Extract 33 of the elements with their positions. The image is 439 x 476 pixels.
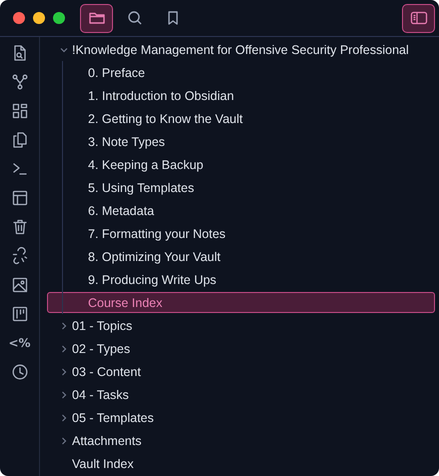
file-item[interactable]: Course Index — [47, 292, 435, 313]
file-item[interactable]: 2. Getting to Know the Vault — [47, 108, 435, 129]
file-item[interactable]: 9. Producing Write Ups — [47, 269, 435, 290]
file-item[interactable]: 7. Formatting your Notes — [47, 223, 435, 244]
files-tab[interactable] — [80, 4, 113, 32]
folder-item[interactable]: 05 - Templates — [47, 407, 435, 428]
file-item[interactable]: Vault Index — [47, 453, 435, 474]
chevron-right-icon — [59, 366, 69, 376]
search-icon — [126, 9, 144, 27]
templater-button[interactable]: <% — [6, 331, 32, 355]
folder-item[interactable]: Attachments — [47, 430, 435, 451]
minimize-icon[interactable] — [33, 12, 45, 24]
folder-item[interactable]: 03 - Content — [47, 361, 435, 382]
chevron-right-icon — [59, 320, 69, 330]
file-item[interactable]: 8. Optimizing Your Vault — [47, 246, 435, 267]
chevron-right-icon — [59, 412, 69, 422]
file-item[interactable]: 6. Metadata — [47, 200, 435, 221]
sidebar-icon — [408, 9, 428, 27]
maximize-icon[interactable] — [53, 12, 65, 24]
chevron-right-icon — [59, 344, 69, 354]
folder-item[interactable]: 01 - Topics — [47, 315, 435, 336]
file-item[interactable]: 1. Introduction to Obsidian — [47, 85, 435, 106]
close-icon[interactable] — [13, 12, 25, 24]
folder-item[interactable]: 04 - Tasks — [47, 384, 435, 405]
file-item[interactable]: 4. Keeping a Backup — [47, 154, 435, 175]
folder-item[interactable]: !Knowledge Management for Offensive Security Professional — [47, 39, 435, 60]
file-item[interactable]: 3. Note Types — [47, 131, 435, 152]
chevron-right-icon — [59, 436, 69, 446]
folder-item[interactable]: 02 - Types — [47, 338, 435, 359]
chevron-right-icon — [59, 390, 69, 400]
file-item[interactable]: 0. Preface — [47, 62, 435, 83]
file-item[interactable]: 5. Using Templates — [47, 177, 435, 198]
sidebar-toggle-button[interactable] — [402, 4, 435, 32]
